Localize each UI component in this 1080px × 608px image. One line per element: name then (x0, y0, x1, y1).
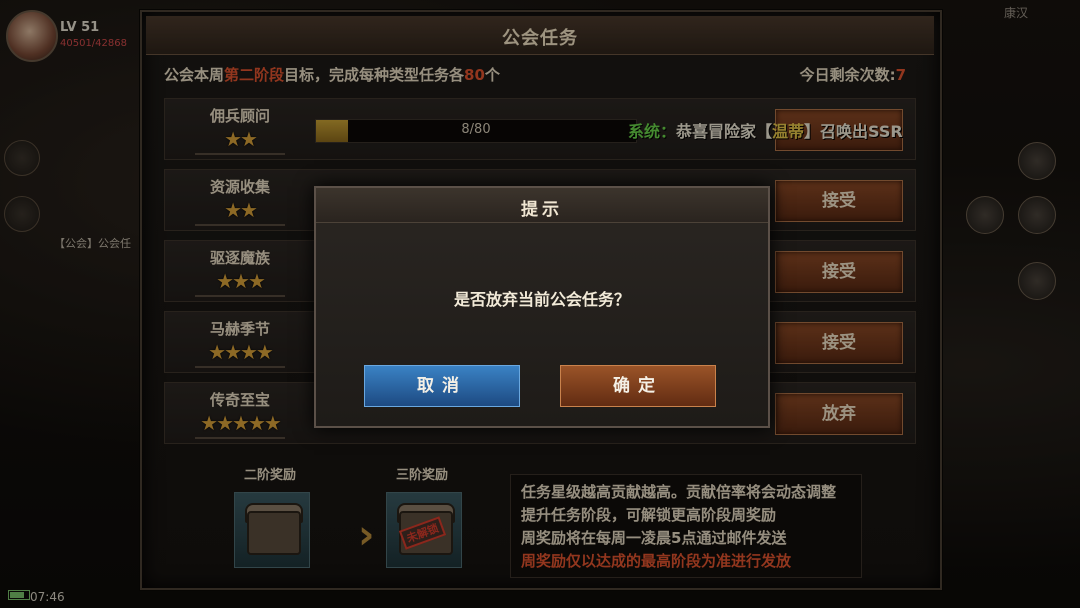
confirm-button[interactable]: 确定 (560, 365, 716, 407)
dialog-message: 是否放弃当前公会任务？ (453, 290, 630, 309)
dialog-title-bar: 提示 (316, 188, 768, 223)
confirm-dialog: 提示 是否放弃当前公会任务？ 取消 确定 (314, 186, 770, 428)
dialog-title: 提示 (521, 200, 563, 220)
cancel-button[interactable]: 取消 (364, 365, 520, 407)
